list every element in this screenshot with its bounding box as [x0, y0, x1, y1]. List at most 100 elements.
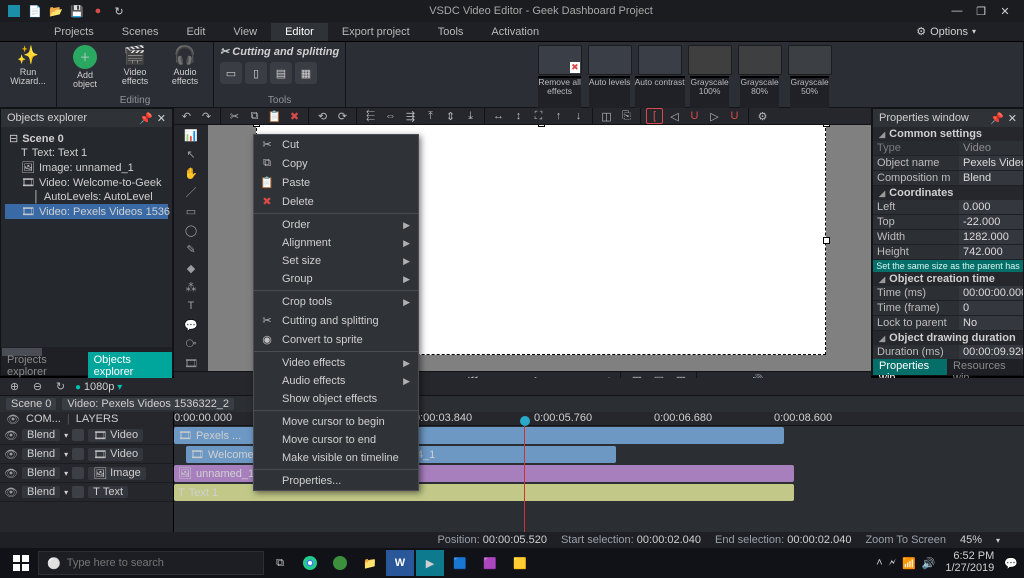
tree-video2[interactable]: 🎞Video: Pexels Videos 1536 — [5, 204, 168, 219]
save-icon[interactable]: 💾 — [69, 3, 85, 19]
prop-timems-v[interactable]: 00:00:00.000 — [959, 286, 1023, 300]
ctx-make-visible[interactable]: Make visible on timeline — [254, 449, 418, 467]
close-panel-icon[interactable]: ✕ — [157, 112, 166, 125]
prop-left-v[interactable]: 0.000 — [959, 200, 1023, 214]
tool-align-l[interactable]: ⬱ — [362, 108, 379, 124]
track-row-1[interactable]: 👁Blend▾🎞Video — [0, 445, 173, 464]
task-chrome[interactable] — [296, 550, 324, 576]
menu-editor[interactable]: Editor — [271, 23, 328, 41]
add-object-button[interactable]: ＋Add object — [63, 45, 107, 89]
props-common-hdr[interactable]: Common settings — [873, 127, 1023, 141]
tab-projects-explorer[interactable]: Projects explorer — [1, 352, 88, 380]
prop-objname-v[interactable]: Pexels Videos 1 — [959, 156, 1023, 170]
task-app3[interactable]: 🟨 — [506, 550, 534, 576]
ctx-crop-tools[interactable]: Crop tools▶ — [254, 293, 418, 311]
tool-valign-t[interactable]: ⤒ — [422, 108, 439, 124]
tool-fullh[interactable]: ↕ — [510, 108, 527, 124]
timeline-playhead[interactable] — [524, 426, 525, 532]
props-coord-hdr[interactable]: Coordinates — [873, 186, 1023, 200]
ctx-alignment[interactable]: Alignment▶ — [254, 234, 418, 252]
menu-scenes[interactable]: Scenes — [108, 23, 173, 41]
menu-activation[interactable]: Activation — [477, 23, 553, 41]
tool-btn-2[interactable]: ▯ — [245, 62, 267, 84]
tl-resolution[interactable]: ● 1080p ▾ — [75, 381, 122, 393]
tool-counter[interactable]: ⧂ — [183, 336, 199, 352]
tool-down[interactable]: ↓ — [570, 108, 587, 124]
ctx-cursor-end[interactable]: Move cursor to end — [254, 431, 418, 449]
handle-tc[interactable] — [538, 125, 545, 127]
tool-up[interactable]: ↑ — [550, 108, 567, 124]
prop-timefr-v[interactable]: 0 — [959, 301, 1023, 315]
tl-zoom-out[interactable]: ⊖ — [29, 379, 46, 395]
tool-line[interactable]: ／ — [183, 184, 199, 200]
tool-link[interactable]: ⎘ — [618, 108, 635, 124]
new-icon[interactable]: 📄 — [27, 3, 43, 19]
ctx-cutting-splitting[interactable]: ✂Cutting and splitting — [254, 311, 418, 330]
start-button[interactable] — [6, 550, 36, 576]
track-row-3[interactable]: 👁Blend▾TText — [0, 483, 173, 502]
menu-edit[interactable]: Edit — [172, 23, 219, 41]
refresh-icon[interactable]: ↻ — [111, 3, 127, 19]
search-input[interactable] — [67, 557, 255, 569]
action-same-size[interactable]: Set the same size as the parent has — [873, 260, 1023, 272]
cutting-splitting-header[interactable]: ✂ Cutting and splitting — [220, 45, 339, 58]
ctx-audio-effects[interactable]: Audio effects▶ — [254, 372, 418, 390]
tray-clock[interactable]: 6:52 PM1/27/2019 — [941, 551, 998, 574]
tool-rotate-ccw[interactable]: ⟲ — [314, 108, 331, 124]
task-utorrent[interactable] — [326, 550, 354, 576]
props-odd-hdr[interactable]: Object drawing duration — [873, 331, 1023, 345]
record-icon[interactable]: ● — [90, 3, 106, 19]
tool-tooltip[interactable]: 💬 — [183, 317, 199, 333]
layers-tab-layers[interactable]: LAYERS — [76, 413, 119, 425]
tool-align-r[interactable]: ⇶ — [402, 108, 419, 124]
close-button[interactable]: ✕ — [998, 5, 1012, 18]
task-app2[interactable]: 🟪 — [476, 550, 504, 576]
status-zoom-dropdown[interactable]: ▾ — [996, 536, 1000, 545]
tool-hand[interactable]: ✋ — [183, 165, 199, 181]
tool-ellipse[interactable]: ◯ — [183, 222, 199, 238]
tray-notifications-icon[interactable]: 💬 — [1004, 557, 1018, 570]
prop-width-v[interactable]: 1282.000 — [959, 230, 1023, 244]
tool-btn-1[interactable]: ▭ — [220, 62, 242, 84]
task-explorer[interactable]: 📁 — [356, 550, 384, 576]
menu-projects[interactable]: Projects — [40, 23, 108, 41]
tool-bracket-l[interactable]: [ — [646, 108, 663, 124]
tool-delete[interactable]: ✖ — [286, 108, 303, 124]
tool-text[interactable]: T — [183, 298, 199, 314]
tab-resources[interactable]: Resources win... — [947, 359, 1023, 375]
tray-battery-icon[interactable]: 🗲 — [889, 557, 896, 570]
tool-cut[interactable]: ✂ — [226, 108, 243, 124]
tool-copy[interactable]: ⧉ — [246, 108, 263, 124]
menu-view[interactable]: View — [219, 23, 271, 41]
tool-underline2[interactable]: U — [726, 108, 743, 124]
tray-volume-icon[interactable]: 🔊 — [922, 557, 936, 570]
tool-cursor[interactable]: ↖ — [183, 146, 199, 162]
handle-tr[interactable] — [823, 125, 830, 127]
tool-pen[interactable]: ✎ — [183, 241, 199, 257]
handle-mr[interactable] — [823, 237, 830, 244]
options-button[interactable]: ⚙Options▾ — [916, 25, 984, 38]
tab-properties[interactable]: Properties win... — [873, 359, 947, 375]
tool-video[interactable]: 🎞 — [183, 355, 199, 371]
ctx-set-size[interactable]: Set size▶ — [254, 252, 418, 270]
prop-durms-v[interactable]: 00:00:09.920 — [959, 345, 1023, 359]
tl-refresh[interactable]: ↻ — [52, 379, 69, 395]
task-app1[interactable]: 🟦 — [446, 550, 474, 576]
tool-valign-m[interactable]: ⇕ — [442, 108, 459, 124]
tool-next-key[interactable]: ▷ — [706, 108, 723, 124]
tool-crop[interactable]: ◫ — [598, 108, 615, 124]
tool-fullw[interactable]: ↔ — [490, 108, 507, 124]
tray-chevron[interactable]: ˄ — [876, 557, 882, 569]
ctx-cursor-begin[interactable]: Move cursor to begin — [254, 413, 418, 431]
task-view-icon[interactable]: ⧉ — [266, 550, 294, 576]
ctx-cut[interactable]: ✂Cut — [254, 135, 418, 154]
tool-prev-key[interactable]: ◁ — [666, 108, 683, 124]
taskbar-search[interactable]: ⚪ — [38, 551, 264, 575]
tree-autolevels[interactable]: │AutoLevels: AutoLevel — [5, 190, 168, 204]
tool-shape[interactable]: ◆ — [183, 260, 199, 276]
ctx-convert-sprite[interactable]: ◉Convert to sprite — [254, 330, 418, 349]
prop-height-v[interactable]: 742.000 — [959, 245, 1023, 259]
tree-text[interactable]: TText: Text 1 — [5, 146, 168, 160]
tool-btn-3[interactable]: ▤ — [270, 62, 292, 84]
tool-undo[interactable]: ↶ — [178, 108, 195, 124]
